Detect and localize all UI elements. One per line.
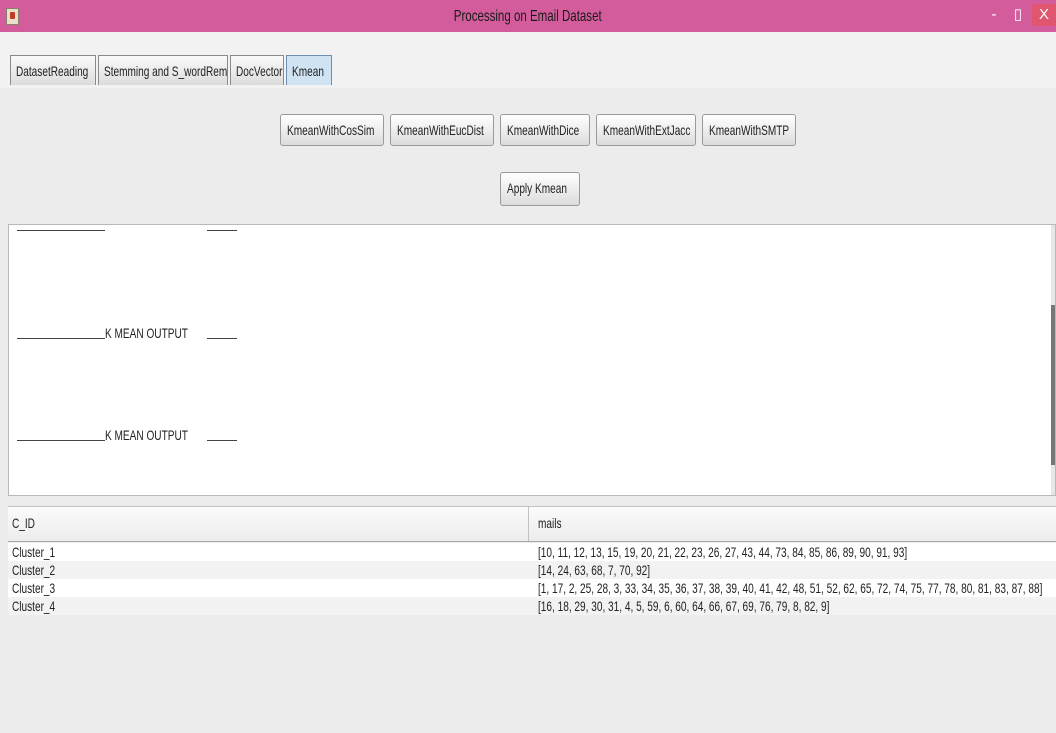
cluster-mails: [10, 11, 12, 13, 15, 19, 20, 21, 22, 23,… bbox=[538, 544, 908, 560]
tab-label: DatasetReading bbox=[16, 63, 89, 79]
divider bbox=[17, 338, 105, 339]
apply-kmean-button[interactable]: Apply Kmean bbox=[500, 172, 580, 206]
tab-docvector[interactable]: DocVector bbox=[230, 55, 284, 85]
table-row[interactable]: Cluster_2 [14, 24, 63, 68, 7, 70, 92] bbox=[8, 561, 1056, 579]
header-text: mails bbox=[538, 515, 562, 531]
tab-label: DocVector bbox=[236, 63, 283, 79]
divider bbox=[207, 230, 237, 231]
toolbar: KmeanWithCosSim KmeanWithEucDist KmeanWi… bbox=[0, 88, 1056, 220]
divider bbox=[207, 440, 237, 441]
scrollbar-thumb[interactable] bbox=[1051, 305, 1055, 465]
cluster-mails: [14, 24, 63, 68, 7, 70, 92] bbox=[538, 562, 651, 578]
output-line: K MEAN OUTPUT bbox=[17, 427, 237, 445]
output-text: K MEAN OUTPUT bbox=[105, 427, 188, 443]
cluster-id: Cluster_3 bbox=[12, 580, 56, 596]
output-text: K MEAN OUTPUT bbox=[105, 325, 188, 341]
title-bar: Processing on Email Dataset - ▯ X bbox=[0, 0, 1056, 32]
table-row[interactable]: Cluster_4 [16, 18, 29, 30, 31, 4, 5, 59,… bbox=[8, 597, 1056, 615]
button-label: KmeanWithDice bbox=[507, 122, 580, 138]
column-header-cid[interactable]: C_ID bbox=[12, 515, 44, 531]
button-label: KmeanWithSMTP bbox=[709, 122, 790, 138]
cluster-id: Cluster_1 bbox=[12, 544, 56, 560]
table-header: C_ID mails bbox=[8, 507, 1056, 542]
tab-label: Kmean bbox=[292, 63, 324, 79]
output-line-clipped bbox=[17, 225, 237, 235]
table-body: Cluster_1 [10, 11, 12, 13, 15, 19, 20, 2… bbox=[8, 543, 1056, 615]
restore-button[interactable]: ▯ bbox=[1008, 4, 1028, 26]
vertical-scrollbar[interactable] bbox=[1051, 225, 1055, 495]
divider bbox=[17, 230, 105, 231]
cluster-id: Cluster_2 bbox=[12, 562, 56, 578]
button-label: KmeanWithEucDist bbox=[397, 122, 484, 138]
cluster-table: C_ID mails Cluster_1 [10, 11, 12, 13, 15… bbox=[8, 506, 1056, 733]
column-header-mails[interactable]: mails bbox=[538, 515, 571, 531]
tab-stemming[interactable]: Stemming and S_wordRem bbox=[98, 55, 228, 85]
cluster-id: Cluster_4 bbox=[12, 598, 56, 614]
kmean-smtp-button[interactable]: KmeanWithSMTP bbox=[702, 114, 796, 146]
kmean-dice-button[interactable]: KmeanWithDice bbox=[500, 114, 590, 146]
close-button[interactable]: X bbox=[1032, 4, 1056, 26]
minimize-button[interactable]: - bbox=[984, 4, 1004, 26]
cluster-mails: [16, 18, 29, 30, 31, 4, 5, 59, 6, 60, 64… bbox=[538, 598, 830, 614]
button-label: KmeanWithCosSim bbox=[287, 122, 375, 138]
button-label: KmeanWithExtJacc bbox=[603, 122, 691, 138]
output-line: K MEAN OUTPUT bbox=[17, 325, 237, 343]
header-text: C_ID bbox=[12, 515, 35, 531]
table-row[interactable]: Cluster_3 [1, 17, 2, 25, 28, 3, 33, 34, … bbox=[8, 579, 1056, 597]
kmean-euc-dist-button[interactable]: KmeanWithEucDist bbox=[390, 114, 494, 146]
button-label: Apply Kmean bbox=[507, 180, 567, 196]
kmean-output-area[interactable]: K MEAN OUTPUT K MEAN OUTPUT bbox=[8, 224, 1056, 496]
kmean-ext-jacc-button[interactable]: KmeanWithExtJacc bbox=[596, 114, 696, 146]
kmean-cos-sim-button[interactable]: KmeanWithCosSim bbox=[280, 114, 384, 146]
window-title-wrap: Processing on Email Dataset bbox=[0, 8, 1056, 26]
tab-kmean[interactable]: Kmean bbox=[286, 55, 332, 85]
divider bbox=[17, 440, 105, 441]
tab-dataset-reading[interactable]: DatasetReading bbox=[10, 55, 96, 85]
cluster-mails: [1, 17, 2, 25, 28, 3, 33, 34, 35, 36, 37… bbox=[538, 580, 1043, 596]
divider bbox=[207, 338, 237, 339]
table-row[interactable]: Cluster_1 [10, 11, 12, 13, 15, 19, 20, 2… bbox=[8, 543, 1056, 561]
column-divider[interactable] bbox=[528, 507, 529, 541]
tab-strip: DatasetReading Stemming and S_wordRem Do… bbox=[0, 32, 1056, 120]
window-title: Processing on Email Dataset bbox=[454, 8, 602, 25]
tab-label: Stemming and S_wordRem bbox=[104, 63, 228, 79]
